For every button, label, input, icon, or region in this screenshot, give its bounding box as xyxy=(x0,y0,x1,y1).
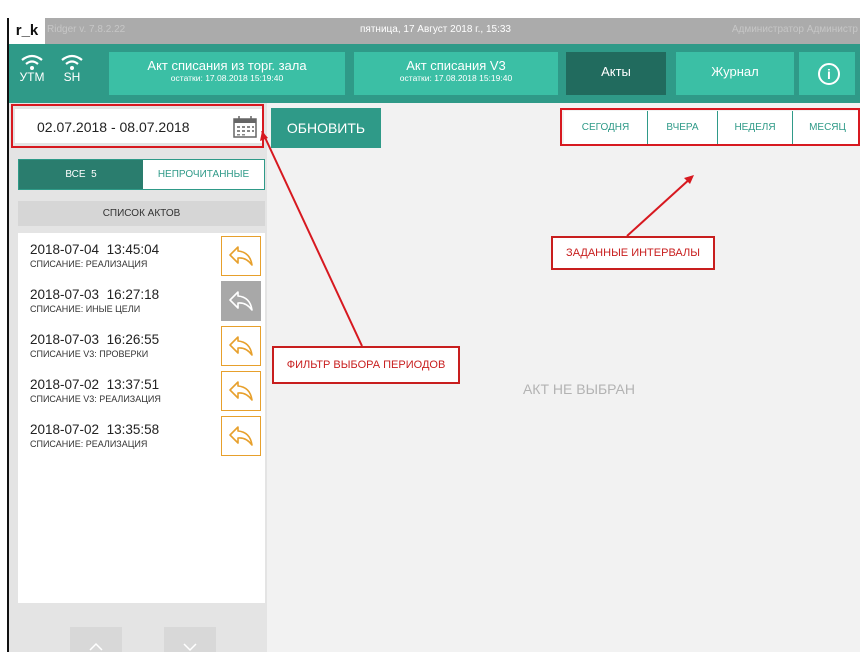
annotation-arrows xyxy=(260,130,694,347)
intervals-annotation: ЗАДАННЫЕ ИНТЕРВАЛЫ xyxy=(551,236,715,270)
filter-annotation: ФИЛЬТР ВЫБОРА ПЕРИОДОВ xyxy=(272,346,460,384)
